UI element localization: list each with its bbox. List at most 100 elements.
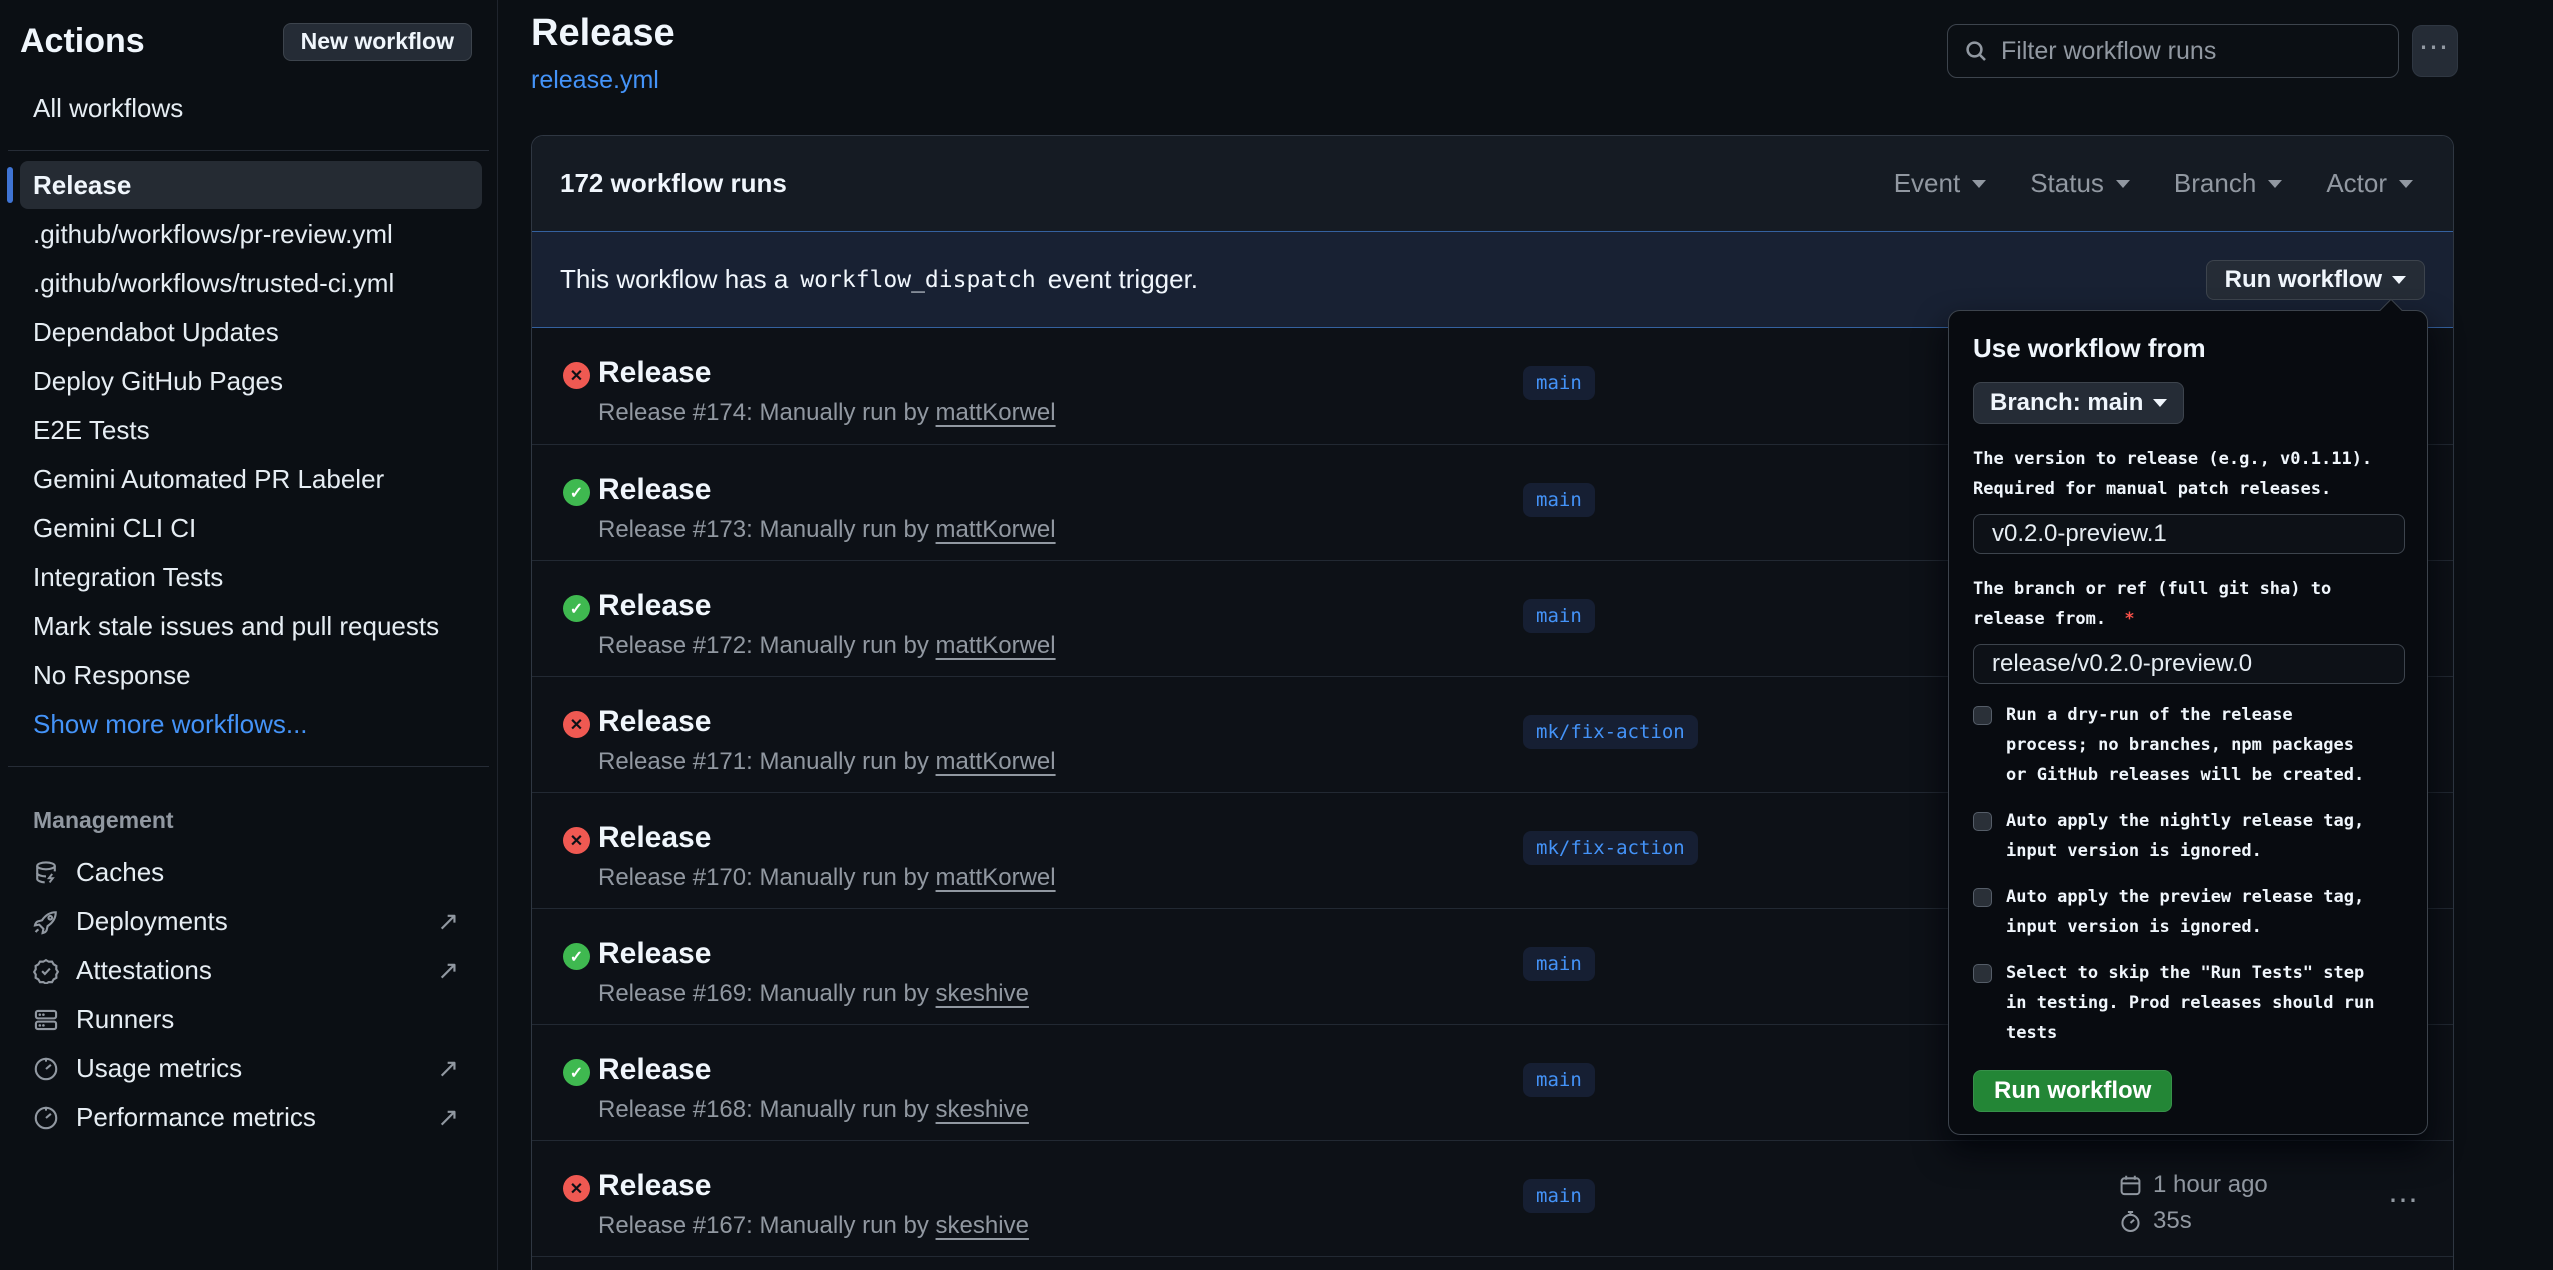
run-workflow-submit-button[interactable]: Run workflow: [1973, 1070, 2172, 1112]
management-item-label: Caches: [76, 857, 164, 888]
run-description: Release #172: Manually run by mattKorwel: [598, 632, 1056, 660]
chevron-down-icon: [2116, 180, 2130, 188]
run-title-link[interactable]: Release: [598, 1169, 1029, 1203]
sidebar-workflow-item[interactable]: .github/workflows/pr-review.yml: [20, 210, 482, 258]
branch-badge[interactable]: main: [1523, 1179, 1595, 1213]
workflow-item-label: Dependabot Updates: [33, 317, 279, 348]
run-description-text: Release #174: Manually run by: [598, 399, 929, 426]
workflow-item-label: E2E Tests: [33, 415, 150, 446]
run-title-link[interactable]: Release: [598, 821, 1056, 855]
run-description: Release #169: Manually run by skeshive: [598, 980, 1029, 1008]
popup-checkboxes: Run a dry-run of the release process; no…: [1973, 700, 2403, 1048]
management-item-label: Usage metrics: [76, 1053, 242, 1084]
management-item[interactable]: Runners ↗: [20, 995, 472, 1044]
run-status-icon: [563, 1175, 590, 1202]
run-actor-link[interactable]: skeshive: [936, 1096, 1029, 1123]
option-checkbox[interactable]: [1973, 888, 1992, 907]
run-actor-link[interactable]: mattKorwel: [936, 864, 1056, 891]
selected-accent-bar: [7, 167, 13, 203]
sidebar-item-all-workflows[interactable]: All workflows: [33, 93, 497, 124]
management-item[interactable]: Deployments ↗: [20, 897, 472, 946]
workflow-file-link[interactable]: release.yml: [531, 66, 659, 95]
management-list: Caches ↗ Deployments ↗ Attestations ↗ Ru…: [0, 848, 497, 1142]
run-duration: 35s: [2153, 1207, 2192, 1235]
run-workflow-dropdown-button[interactable]: Run workflow: [2206, 260, 2425, 300]
chevron-down-icon: [2392, 276, 2406, 284]
management-item-label: Attestations: [76, 955, 212, 986]
show-more-workflows-link[interactable]: Show more workflows...: [33, 709, 497, 740]
sidebar-workflow-item[interactable]: Mark stale issues and pull requests: [20, 602, 482, 650]
run-description: Release #173: Manually run by mattKorwel: [598, 516, 1056, 544]
sidebar-workflow-item[interactable]: Release: [20, 161, 482, 209]
run-actor-link[interactable]: mattKorwel: [936, 516, 1056, 543]
run-actor-link[interactable]: skeshive: [936, 1212, 1029, 1239]
branch-badge[interactable]: main: [1523, 366, 1595, 400]
run-actor-link[interactable]: skeshive: [936, 980, 1029, 1007]
sidebar-workflow-item[interactable]: No Response: [20, 651, 482, 699]
branch-badge[interactable]: main: [1523, 599, 1595, 633]
sidebar-workflow-item[interactable]: .github/workflows/trusted-ci.yml: [20, 259, 482, 307]
run-title-link[interactable]: Release: [598, 937, 1029, 971]
branch-select-button[interactable]: Branch: main: [1973, 382, 2184, 424]
run-title-link[interactable]: Release: [598, 705, 1056, 739]
branch-badge[interactable]: main: [1523, 1063, 1595, 1097]
field-input[interactable]: [1973, 644, 2405, 684]
chevron-down-icon: [1972, 180, 1986, 188]
run-description-text: Release #167: Manually run by: [598, 1212, 929, 1239]
run-title-link[interactable]: Release: [598, 356, 1056, 390]
branch-badge[interactable]: main: [1523, 483, 1595, 517]
branch-badge[interactable]: mk/fix-action: [1523, 715, 1698, 749]
option-checkbox[interactable]: [1973, 706, 1992, 725]
verified-badge-icon: [33, 958, 59, 984]
filter-runs-input[interactable]: [2001, 37, 2382, 66]
management-item[interactable]: Caches ↗: [20, 848, 472, 897]
run-workflow-popup: Use workflow from Branch: main The versi…: [1948, 310, 2428, 1135]
run-title-link[interactable]: Release: [598, 473, 1056, 507]
sidebar-workflow-item[interactable]: E2E Tests: [20, 406, 482, 454]
field-label: The branch or ref (full git sha) to rele…: [1973, 574, 2403, 634]
popup-checkbox-row: Select to skip the "Run Tests" step in t…: [1973, 958, 2403, 1048]
run-actor-link[interactable]: mattKorwel: [936, 399, 1056, 426]
management-item[interactable]: Usage metrics ↗: [20, 1044, 472, 1093]
management-item-label: Performance metrics: [76, 1102, 316, 1133]
filter-dropdown[interactable]: Event: [1894, 168, 1987, 199]
page-kebab-button[interactable]: ⋯: [2412, 25, 2458, 77]
filter-dropdown[interactable]: Status: [2030, 168, 2130, 199]
filter-dropdown[interactable]: Actor: [2326, 168, 2413, 199]
workflow-item-label: Integration Tests: [33, 562, 223, 593]
run-title-link[interactable]: Release: [598, 589, 1056, 623]
popup-checkbox-row: Auto apply the nightly release tag, inpu…: [1973, 806, 2403, 866]
workflow-run-row[interactable]: Release Release #167: Manually run by sk…: [532, 1140, 2453, 1256]
run-title-link[interactable]: Release: [598, 1053, 1029, 1087]
branch-badge[interactable]: main: [1523, 947, 1595, 981]
external-link-icon: ↗: [437, 906, 459, 937]
option-checkbox[interactable]: [1973, 812, 1992, 831]
option-checkbox-label: Auto apply the preview release tag, inpu…: [2006, 882, 2378, 942]
gauge-icon: [33, 1105, 59, 1131]
chevron-down-icon: [2399, 180, 2413, 188]
run-actor-link[interactable]: mattKorwel: [936, 632, 1056, 659]
run-description-text: Release #168: Manually run by: [598, 1096, 929, 1123]
sidebar-workflow-item[interactable]: Deploy GitHub Pages: [20, 357, 482, 405]
popup-fields: The version to release (e.g., v0.1.11). …: [1973, 444, 2403, 684]
new-workflow-button[interactable]: New workflow: [283, 23, 472, 61]
branch-badge[interactable]: mk/fix-action: [1523, 831, 1698, 865]
management-item[interactable]: Attestations ↗: [20, 946, 472, 995]
option-checkbox[interactable]: [1973, 964, 1992, 983]
management-item[interactable]: Performance metrics ↗: [20, 1093, 472, 1142]
run-actor-link[interactable]: mattKorwel: [936, 748, 1056, 775]
sidebar-workflow-item[interactable]: Gemini CLI CI: [20, 504, 482, 552]
sidebar-workflow-item[interactable]: Dependabot Updates: [20, 308, 482, 356]
workflow-item-label: .github/workflows/pr-review.yml: [33, 219, 393, 250]
sidebar-workflow-item[interactable]: Integration Tests: [20, 553, 482, 601]
popup-checkbox-row: Auto apply the preview release tag, inpu…: [1973, 882, 2403, 942]
filter-label: Event: [1894, 168, 1961, 199]
sidebar-workflow-item[interactable]: Gemini Automated PR Labeler: [20, 455, 482, 503]
field-input[interactable]: [1973, 514, 2405, 554]
filter-dropdown[interactable]: Branch: [2174, 168, 2282, 199]
sidebar-divider: [8, 150, 489, 151]
runs-filters: Event Status Branch Actor: [1894, 168, 2413, 199]
run-kebab-button[interactable]: ⋯: [2388, 1183, 2421, 1218]
filter-runs-search[interactable]: [1947, 24, 2399, 78]
runs-count: 172 workflow runs: [560, 168, 787, 199]
